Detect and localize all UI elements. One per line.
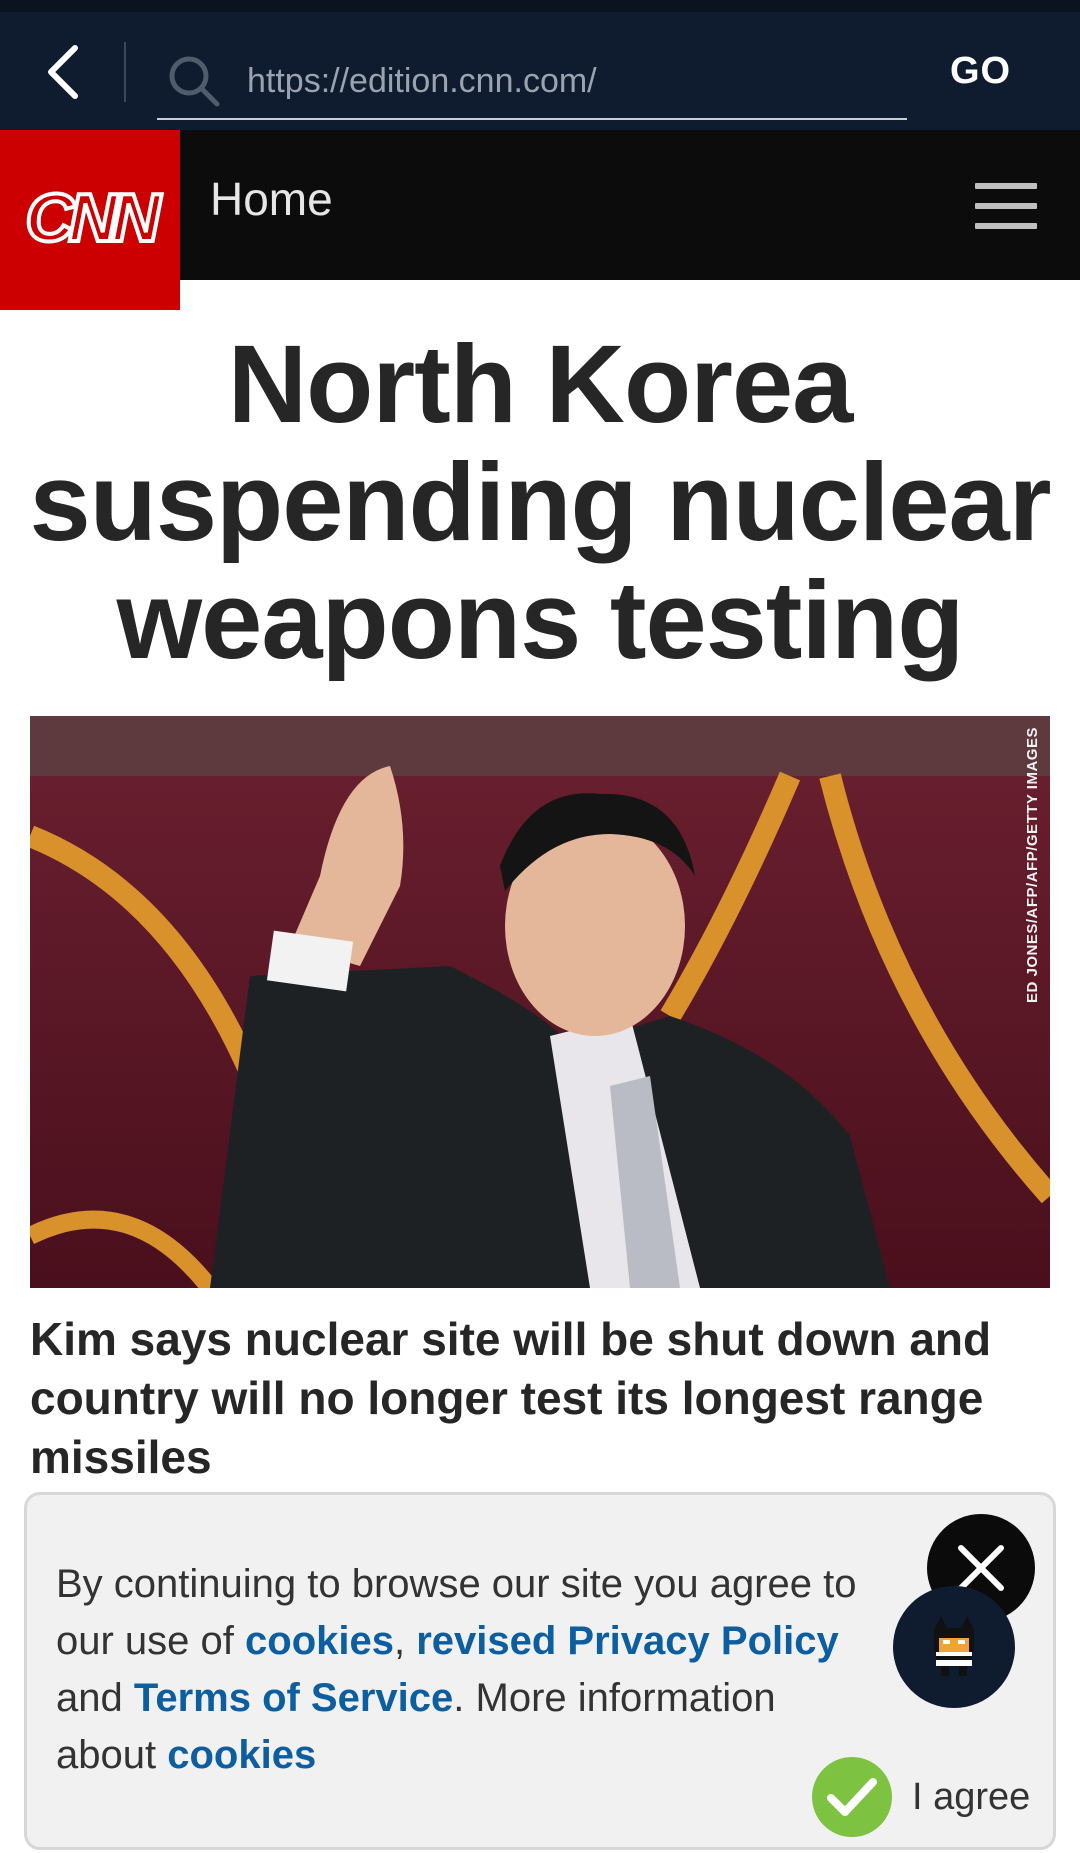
article-summary[interactable]: Kim says nuclear site will be shut down … xyxy=(30,1310,1050,1487)
photo-credit: ED JONES/AFP/AFP/GETTY IMAGES xyxy=(1020,724,1050,1014)
menu-line xyxy=(975,183,1037,189)
cnn-logo-text: CNN xyxy=(25,183,162,256)
assistant-button[interactable] xyxy=(893,1586,1015,1708)
cookie-consent-text: By continuing to browse our site you agr… xyxy=(56,1556,886,1784)
privacy-policy-link[interactable]: revised Privacy Policy xyxy=(416,1619,839,1663)
menu-line xyxy=(975,223,1037,229)
cookie-text-part: , xyxy=(393,1619,417,1663)
agree-button[interactable] xyxy=(812,1757,892,1837)
section-title[interactable]: Home xyxy=(210,172,333,226)
batman-mascot-icon xyxy=(934,1616,974,1676)
url-bar-divider xyxy=(124,42,126,102)
cnn-logo[interactable]: CNN xyxy=(0,130,180,310)
chevron-left-icon xyxy=(48,45,78,99)
photo-credit-text: ED JONES/AFP/AFP/GETTY IMAGES xyxy=(1024,727,1041,1003)
hamburger-menu-icon[interactable] xyxy=(975,183,1037,229)
cookie-text-part: and xyxy=(56,1676,134,1720)
cookies-link[interactable]: cookies xyxy=(245,1619,394,1663)
cookies-info-link[interactable]: cookies xyxy=(167,1733,316,1777)
url-text: https://edition.cnn.com/ xyxy=(247,62,597,100)
hero-photo xyxy=(30,716,1050,1288)
hero-image[interactable] xyxy=(30,716,1050,1288)
go-button[interactable]: GO xyxy=(950,50,1060,98)
cnn-logo-mark: CNN xyxy=(23,183,164,257)
back-button[interactable] xyxy=(38,42,88,102)
browser-url-bar: https://edition.cnn.com/ GO xyxy=(0,12,1080,130)
terms-of-service-link[interactable]: Terms of Service xyxy=(134,1676,453,1720)
agree-label[interactable]: I agree xyxy=(912,1776,1030,1819)
url-input[interactable]: https://edition.cnn.com/ xyxy=(157,38,907,120)
menu-line xyxy=(975,203,1037,209)
article-headline[interactable]: North Korea suspending nuclear weapons t… xyxy=(20,326,1060,680)
search-icon xyxy=(169,56,220,107)
status-bar-strip xyxy=(0,0,1080,12)
checkmark-icon xyxy=(827,1778,877,1816)
